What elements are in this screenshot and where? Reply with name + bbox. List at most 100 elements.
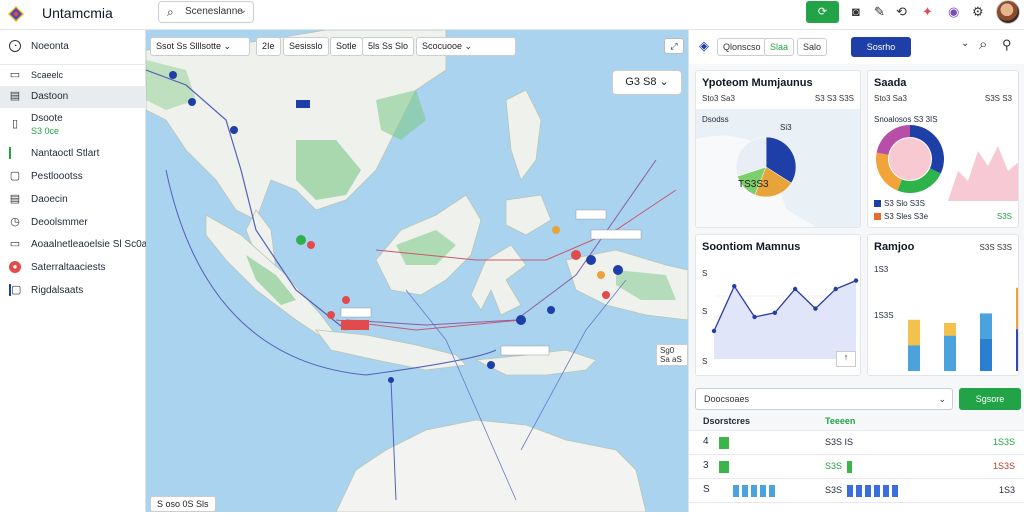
map-badge: Sg0 Sa aS	[656, 344, 688, 366]
panel-chip-1[interactable]: Slaa	[764, 38, 795, 56]
bar-mark	[908, 345, 920, 371]
map-canvas	[146, 30, 688, 512]
refresh-button[interactable]: ⟳	[806, 1, 839, 23]
map-tool-label: 5ls Ss Slo	[368, 41, 409, 51]
sidebar: ◔ Noeonta ▭ Scaeelc ▤ Dastoon ▯ Dsoote S…	[0, 30, 150, 512]
panel-primary-button[interactable]: Sosrho	[851, 37, 911, 57]
map-fullscreen-button[interactable]: ⤢	[664, 38, 684, 54]
search-icon: ⌕	[167, 5, 174, 19]
map-tool-2[interactable]: 2Ie	[256, 37, 281, 56]
sidebar-item-stlart[interactable]: Nantaoctl Stlart	[0, 143, 146, 165]
map-view[interactable]: Ssot Ss Slllsotte ⌄ 2Ie Sesisslo Sotle 5…	[146, 30, 688, 512]
donut-legend-3: S3 Sles S3e	[874, 212, 928, 221]
sidebar-item-deoolsmmer[interactable]: ◷ Deoolsmmer	[0, 212, 146, 234]
y-tick: S	[702, 269, 708, 278]
filter-apply-button[interactable]: Sgsore	[959, 388, 1021, 410]
filter-icon[interactable]: ⚲	[1002, 37, 1012, 53]
map-zoom-select[interactable]: G3 S8 ⌄	[612, 70, 682, 95]
line-point	[792, 286, 798, 292]
sidebar-item-list[interactable]: ▭ Aoaalnetleaoelsie Sl Sc0al	[0, 234, 150, 256]
line-point	[772, 310, 778, 315]
panel-toolbar: ◈ Qlonscso Slaa Salo Sosrho ⌄ ⌕ ⚲	[689, 30, 1024, 64]
sidebar-item-layers[interactable]: ▭ Scaeelc	[0, 64, 146, 86]
bar-chart	[908, 287, 1018, 371]
card-title: Ramjoo	[874, 241, 915, 253]
sidebar-item-label: Rigdalsaats	[31, 285, 84, 296]
sidebar-item-alerts[interactable]: ● Saterraltaaciests	[0, 257, 146, 279]
sidebar-item-dastoon[interactable]: ▤ Dastoon	[0, 86, 146, 108]
camera-icon[interactable]: ◙	[852, 4, 860, 19]
filter-value: Doocsoaes	[704, 394, 750, 404]
shield-icon: ◈	[699, 38, 709, 53]
table-row[interactable]: 3 S3S 1S3S	[689, 454, 1024, 478]
map-tool-select[interactable]: Scocuooe ⌄	[416, 37, 516, 56]
row-index: 3	[703, 460, 709, 471]
sidebar-item-rigdalsaats[interactable]: ▢ Rigdalsaats	[0, 280, 146, 302]
map-tool-3[interactable]: Sesisslo	[283, 37, 329, 56]
map-tool-label: 2Ie	[262, 41, 275, 51]
sidebar-item-daoecin[interactable]: ▤ Daoecin	[0, 189, 146, 211]
map-zoom-value: G3 S8	[625, 76, 657, 88]
row-bar	[719, 461, 729, 473]
table-header-2: Teeeen	[825, 416, 856, 426]
table-row[interactable]: S S3S 1S3	[689, 478, 1024, 502]
panel-dropdown[interactable]: Qlonscso	[717, 38, 767, 56]
map-tool-5[interactable]: 5ls Ss Slo	[362, 37, 415, 56]
card-title: Ypoteom Mumjaunus	[702, 77, 813, 89]
doc-icon: ▤	[9, 90, 21, 102]
row-index: 4	[703, 436, 709, 447]
pie-legend-label: Dsodss	[702, 115, 729, 124]
donut-legend-1: Snoalosos S3 3IS	[874, 115, 938, 124]
line-point	[711, 328, 717, 334]
top-bar: Untamcmia ⌕ Sceneslanne ⌄ ⟳ ◙ ✎ ⟲ ✦ ◉ ⚙	[0, 0, 1024, 30]
pie-label: Si3	[780, 123, 792, 132]
sidebar-item-settings[interactable]: ▢ Pestloootss	[0, 166, 146, 188]
donut-center	[889, 138, 931, 180]
map-tool-4[interactable]: Sotle	[330, 37, 363, 56]
sidebar-item-label: Noeonta	[31, 41, 69, 52]
card-meta: S3 S3 S3S	[814, 94, 854, 103]
search-icon[interactable]: ⌕	[979, 36, 987, 53]
search-input[interactable]: ⌕ Sceneslanne ⌄	[158, 1, 254, 23]
bar-mark	[944, 335, 956, 371]
card-bar: Ramjoo S3S S3S 1S3 1S3S	[867, 234, 1019, 376]
row-value: S3S	[825, 485, 843, 495]
map-layer-select[interactable]: Ssot Ss Slllsotte ⌄	[150, 37, 250, 56]
expand-icon[interactable]: ↑	[836, 351, 856, 367]
clock-icon: ◷	[10, 216, 20, 228]
sidebar-item-label: Nantaoctl Stlart	[31, 148, 100, 159]
line-point	[853, 278, 859, 283]
table-row[interactable]	[689, 502, 1024, 526]
map-tool-label: Scocuooe	[422, 41, 463, 51]
row-index: S	[703, 484, 710, 495]
chevron-down-icon[interactable]: ⌄	[961, 38, 969, 49]
bar-mark	[980, 339, 992, 371]
search-value: Sceneslanne	[185, 6, 243, 17]
share-icon[interactable]: ⟲	[896, 4, 907, 20]
sidebar-item-dsoote[interactable]: ▯ Dsoote S3 0ce	[0, 110, 146, 140]
map-scale: S oso 0S Sls	[150, 496, 216, 512]
pin-icon[interactable]: ✎	[874, 4, 885, 20]
row-value-right: 1S3	[998, 485, 1015, 495]
row-value-right: 1S3S	[992, 437, 1015, 447]
line-point	[732, 284, 737, 289]
card-subtitle: Sto3 Sa3	[702, 94, 735, 103]
card-line: Soontiom Mamnus S S S ↑	[695, 234, 861, 376]
y-tick: S	[702, 357, 708, 366]
filter-select[interactable]: Doocsoaes ⌄	[695, 388, 953, 410]
help-icon[interactable]: ◉	[948, 4, 959, 20]
card-system: Ypoteom Mumjaunus Sto3 Sa3 S3 S3 S3S Dso…	[695, 70, 861, 228]
table-header-1: Dsorstcres	[703, 416, 751, 426]
list-icon: ▭	[9, 238, 21, 250]
layers-icon: ▭	[9, 69, 21, 81]
table-row[interactable]: 4 S3S IS 1S3S	[689, 430, 1024, 454]
bell-icon[interactable]: ✦	[922, 4, 933, 20]
avatar[interactable]	[996, 0, 1020, 24]
legend-swatch	[874, 213, 881, 220]
settings-icon: ▢	[9, 170, 21, 182]
donut-chart	[876, 125, 944, 193]
file-icon: ▯	[11, 118, 19, 130]
settings-icon[interactable]: ⚙	[972, 4, 984, 20]
panel-chip-2[interactable]: Salo	[797, 38, 828, 56]
sidebar-item-home[interactable]: ◔ Noeonta	[0, 36, 146, 58]
